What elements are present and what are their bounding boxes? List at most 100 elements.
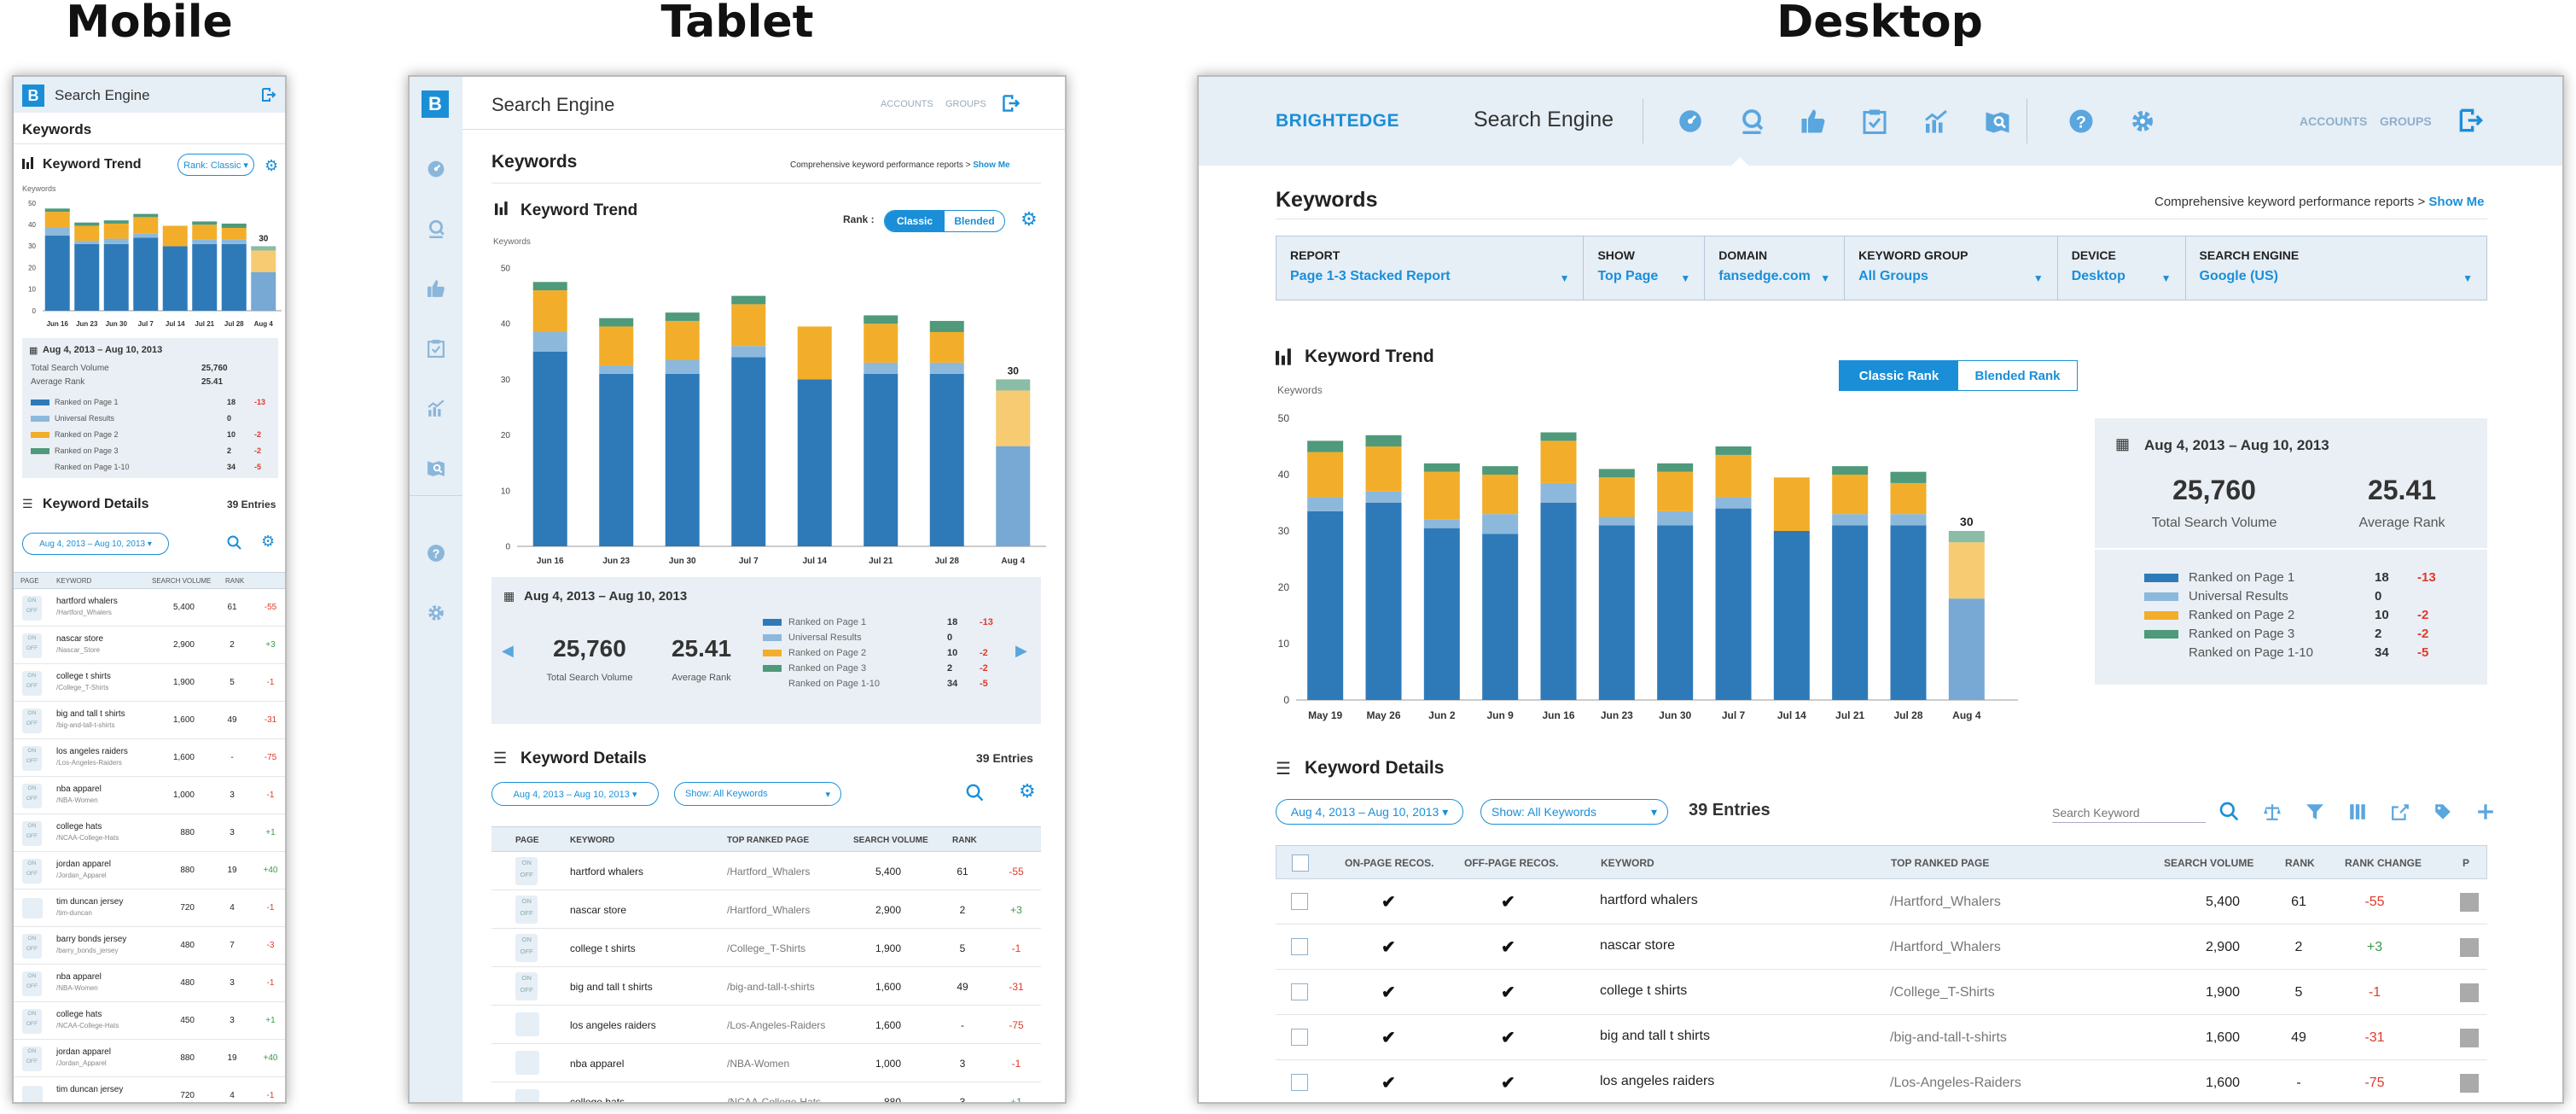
top-page-cell[interactable]: /Hartford_Whalers	[727, 866, 810, 878]
groups-link[interactable]: GROUPS	[945, 99, 986, 109]
on-off-toggle[interactable]: ON OFF	[515, 972, 538, 1000]
table-row[interactable]: ON OFF college hats/NCAA-College-Hats 880 3 +…	[14, 814, 285, 852]
table-row[interactable]: ON OFF barry bonds jersey/barry_bonds_jers…	[14, 927, 285, 965]
top-page-cell[interactable]: /Hartford_Whalers	[1890, 940, 2001, 955]
date-filter[interactable]: Aug 4, 2013 – Aug 10, 2013 ▾	[491, 782, 659, 806]
page-status-box[interactable]	[2460, 938, 2479, 957]
logo-icon[interactable]: B	[22, 85, 44, 107]
balance-icon[interactable]	[2255, 799, 2289, 825]
row-checkbox[interactable]	[1291, 1074, 1308, 1091]
classic-rank-toggle[interactable]: Classic	[885, 211, 945, 231]
on-off-toggle[interactable]: ON OFF	[22, 709, 42, 733]
show-filter[interactable]: Show: All Keywords ▾	[1480, 799, 1668, 825]
top-page-cell[interactable]: /NBA-Women	[727, 1058, 789, 1070]
growth-chart-icon[interactable]	[410, 391, 462, 425]
gear-icon[interactable]: ⚙	[1019, 780, 1036, 802]
blended-rank-toggle[interactable]: Blended	[945, 211, 1004, 231]
search-engine-icon[interactable]	[1721, 99, 1782, 143]
thumbs-up-icon[interactable]	[410, 271, 462, 306]
table-row[interactable]: ON OFF hartford whalers/Hartford_Whalers 5,…	[14, 589, 285, 627]
table-row[interactable]: ON OFF nba apparel/NBA-Women 480 3 -1	[14, 965, 285, 1002]
table-row[interactable]: ON OFF big and tall t shirts/big-and-tall-…	[14, 702, 285, 739]
on-off-toggle[interactable]: ON OFF	[22, 1047, 42, 1071]
search-icon[interactable]	[227, 535, 242, 551]
table-row[interactable]: ON OFF college hats/NCAA-College-Hats 450 3 +…	[14, 1002, 285, 1040]
search-icon[interactable]	[966, 784, 985, 802]
top-page-cell[interactable]: /big-and-tall-t-shirts	[727, 981, 815, 993]
on-off-toggle[interactable]: ON OFF	[22, 784, 42, 808]
page-status-box[interactable]	[2460, 1074, 2479, 1093]
tag-icon[interactable]	[2426, 799, 2460, 825]
table-row[interactable]: ON OFF college t shirts/College_T-Shirts 1,…	[491, 929, 1041, 967]
thumbs-up-icon[interactable]	[1782, 99, 1844, 143]
top-page-cell[interactable]: /Hartford_Whalers	[56, 609, 112, 616]
rank-dropdown[interactable]: Rank: Classic ▾	[177, 154, 254, 176]
top-page-cell[interactable]: /NBA-Women	[56, 984, 98, 992]
table-row[interactable]: ON OFF los angeles raiders/Los-Angeles-Rai…	[14, 739, 285, 777]
table-row[interactable]: ✔ ✔ nascar store/Hartford_Whalers 2,900 2 +3	[1276, 924, 2487, 970]
table-row[interactable]: nba apparel/NBA-Women 1,000 3 -1	[491, 1044, 1041, 1082]
date-filter[interactable]: Aug 4, 2013 – Aug 10, 2013 ▾	[1276, 799, 1463, 825]
blended-rank-toggle[interactable]: Blended Rank	[1958, 361, 2077, 390]
table-row[interactable]: ✔ ✔ college t shirts/College_T-Shirts 1,900…	[1276, 970, 2487, 1015]
top-page-cell[interactable]: /barry_bonds_jersey	[56, 947, 118, 954]
top-page-cell[interactable]: /NCAA-College-Hats	[727, 1096, 821, 1102]
page-status-box[interactable]	[2460, 893, 2479, 912]
filter-keyword-group[interactable]: KEYWORD GROUP All Groups ▼	[1844, 236, 2057, 300]
table-row[interactable]: ON OFF jordan apparel/Jordan_Apparel 880 19 +…	[14, 1040, 285, 1077]
page-status-box[interactable]	[2460, 1029, 2479, 1047]
table-row[interactable]: ON OFF jordan apparel/Jordan_Apparel 880 19 +…	[14, 852, 285, 889]
on-off-toggle[interactable]: ON OFF	[22, 821, 42, 846]
top-page-cell[interactable]: /Los-Angeles-Raiders	[1890, 1076, 2021, 1091]
filter-report[interactable]: REPORT Page 1-3 Stacked Report ▼	[1276, 236, 1583, 300]
gear-icon[interactable]: ⚙	[265, 157, 278, 175]
top-page-cell[interactable]: /Jordan_Apparel	[56, 872, 107, 879]
search-engine-icon[interactable]	[410, 212, 462, 246]
help-icon[interactable]: ?	[2050, 99, 2112, 143]
table-row[interactable]: ON OFF big and tall t shirts/big-and-tall-…	[491, 967, 1041, 1006]
on-off-toggle[interactable]: ON OFF	[22, 671, 42, 696]
filter-search-engine[interactable]: SEARCH ENGINE Google (US) ▼	[2184, 236, 2486, 300]
logout-icon[interactable]	[2458, 108, 2484, 133]
table-row[interactable]: college hats/NCAA-College-Hats 880 3 +1	[491, 1082, 1041, 1102]
export-icon[interactable]	[2383, 799, 2417, 825]
row-checkbox[interactable]	[1291, 938, 1308, 955]
on-off-toggle[interactable]: ON OFF	[22, 971, 42, 996]
table-row[interactable]: tim duncan jersey/tim-duncan 720 4 -1	[14, 889, 285, 927]
checklist-icon[interactable]	[1844, 99, 1905, 143]
top-page-cell[interactable]: /Hartford_Whalers	[1890, 895, 2001, 910]
search-input[interactable]	[2052, 802, 2206, 823]
on-off-toggle[interactable]: ON OFF	[22, 859, 42, 884]
filter-device[interactable]: DEVICE Desktop ▼	[2056, 236, 2185, 300]
top-page-cell[interactable]: /NBA-Women	[56, 796, 98, 804]
brand-logo[interactable]: BRIGHTEDGE	[1276, 111, 1399, 131]
top-page-cell[interactable]: /NCAA-College-Hats	[56, 834, 119, 842]
accounts-link[interactable]: ACCOUNTS	[881, 99, 933, 109]
top-page-cell[interactable]: /Los-Angeles-Raiders	[727, 1019, 825, 1031]
help-icon[interactable]: ?	[410, 536, 462, 570]
top-page-cell[interactable]: /Los-Angeles-Raiders	[56, 759, 122, 767]
select-all-checkbox[interactable]	[1292, 854, 1309, 872]
on-off-toggle[interactable]: ON OFF	[515, 934, 538, 962]
on-off-toggle[interactable]: ON OFF	[515, 857, 538, 885]
top-page-cell[interactable]: /Jordan_Apparel	[56, 1059, 107, 1067]
on-off-toggle[interactable]: ON OFF	[22, 934, 42, 959]
table-row[interactable]: ON OFF nascar store/Hartford_Whalers 2,900 2…	[491, 890, 1041, 929]
table-row[interactable]: ON OFF nba apparel/NBA-Women 1,000 3 -1	[14, 777, 285, 814]
top-page-cell[interactable]: /College_T-Shirts	[1890, 985, 1995, 1000]
table-row[interactable]: ON OFF hartford whalers/Hartford_Whalers 5,…	[491, 852, 1041, 890]
plus-icon[interactable]	[2468, 799, 2503, 825]
table-row[interactable]: ✔ ✔ los angeles raiders/Los-Angeles-Raider…	[1276, 1060, 2487, 1102]
checklist-icon[interactable]	[410, 331, 462, 365]
logout-icon[interactable]	[1002, 94, 1021, 113]
map-search-icon[interactable]	[410, 451, 462, 485]
growth-chart-icon[interactable]	[1905, 99, 1967, 143]
groups-link[interactable]: GROUPS	[2380, 114, 2432, 128]
logo-icon[interactable]: B	[422, 90, 449, 118]
table-row[interactable]: ✔ ✔ big and tall t shirts/big-and-tall-t-s…	[1276, 1015, 2487, 1060]
top-page-cell[interactable]: /NCAA-College-Hats	[56, 1022, 119, 1029]
top-page-cell[interactable]: /Nascar_Store	[56, 646, 100, 654]
top-page-cell[interactable]: /big-and-tall-t-shirts	[1890, 1030, 2007, 1046]
top-page-cell[interactable]: /Hartford_Whalers	[727, 904, 810, 916]
search-icon[interactable]	[2213, 799, 2247, 825]
